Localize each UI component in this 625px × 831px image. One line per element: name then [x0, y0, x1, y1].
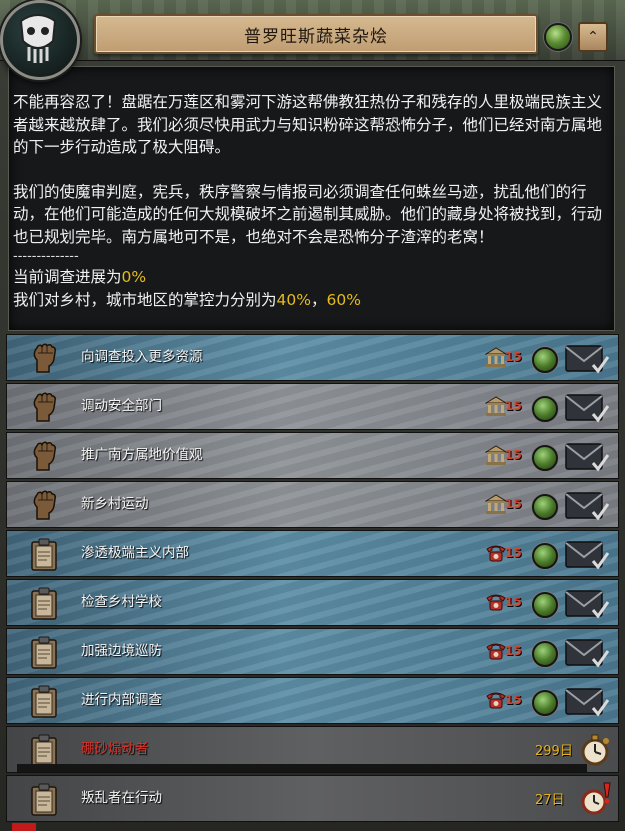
fist-icon	[29, 342, 59, 374]
decision-row[interactable]: 向调查投入更多资源 15	[6, 334, 619, 381]
mask-emblem-icon	[0, 0, 80, 80]
decision-row[interactable]: 加强边境巡防 15	[6, 628, 619, 675]
decision-label: 加强边境巡防	[81, 643, 162, 659]
phone-icon	[485, 543, 507, 567]
mail-check-icon[interactable]	[565, 491, 610, 521]
fist-icon	[29, 489, 59, 521]
mail-check-icon[interactable]	[565, 687, 610, 717]
decision-label: 渗透极端主义内部	[81, 545, 189, 561]
decision-row[interactable]: 进行内部调查 15	[6, 677, 619, 724]
decision-row[interactable]: 调动安全部门 15	[6, 383, 619, 430]
decision-list: 向调查投入更多资源 15 调动安全部门 15 推广南方属地价值观 15 新乡村运动 15 渗透极…	[6, 334, 619, 824]
decision-cost: 15	[484, 347, 529, 371]
collapse-button[interactable]: ⌃	[578, 22, 608, 52]
decision-status-indicator	[532, 641, 558, 667]
decision-cost-value: 15	[505, 693, 522, 707]
decision-label: 向调查投入更多资源	[81, 349, 203, 365]
decision-cost-value: 15	[505, 350, 522, 364]
decision-cost-value: 15	[505, 497, 522, 511]
decision-label: 调动安全部门	[81, 398, 162, 414]
decision-cost: 15	[485, 690, 529, 712]
clipboard-icon	[29, 685, 59, 718]
mail-check-icon[interactable]	[565, 393, 610, 423]
decision-cost-value: 15	[505, 595, 522, 609]
mail-check-icon[interactable]	[565, 344, 610, 374]
decision-cost: 15	[485, 543, 529, 565]
decision-cost-value: 15	[505, 448, 522, 462]
decision-cost: 15	[484, 494, 529, 518]
decision-status-indicator	[532, 543, 558, 569]
window-title: 普罗旺斯蔬菜杂烩	[94, 14, 538, 54]
decision-row[interactable]: 渗透极端主义内部 15	[6, 530, 619, 577]
decision-row[interactable]: 推广南方属地价值观 15	[6, 432, 619, 479]
mission-progress-bar	[17, 764, 587, 772]
mission-row[interactable]: 硼砂煽动者 299日	[6, 726, 619, 773]
description-paragraph-2: 我们的使魔审判庭，宪兵，秩序警察与情报司必须调查任何蛛丝马迹，扰乱他们的行动，在…	[13, 182, 603, 246]
decision-status-indicator	[532, 396, 558, 422]
decision-label: 推广南方属地价值观	[81, 447, 203, 463]
investigation-progress-value: 0%	[121, 268, 147, 286]
clipboard-icon	[29, 734, 59, 767]
stopwatch-alert-icon	[579, 781, 613, 817]
clipboard-icon	[29, 636, 59, 669]
decision-status-indicator	[532, 592, 558, 618]
decision-status-indicator	[532, 690, 558, 716]
fist-icon	[29, 440, 59, 472]
building-icon	[484, 347, 508, 371]
decision-status-indicator	[532, 445, 558, 471]
mail-check-icon[interactable]	[565, 589, 610, 619]
building-icon	[484, 445, 508, 469]
decision-cost: 15	[485, 592, 529, 614]
decision-status-indicator	[532, 494, 558, 520]
decision-cost-value: 15	[505, 399, 522, 413]
mail-check-icon[interactable]	[565, 540, 610, 570]
decision-label: 新乡村运动	[81, 496, 149, 512]
fist-icon	[29, 391, 59, 423]
decision-cost: 15	[484, 396, 529, 420]
decision-cost: 15	[484, 445, 529, 469]
description-panel: 不能再容忍了！盘踞在万莲区和雾河下游这帮佛教狂热份子和残存的人里极端民族主义者越…	[8, 66, 615, 331]
stopwatch-icon	[579, 732, 613, 768]
decision-cost: 15	[485, 641, 529, 663]
enable-toggle-button[interactable]	[544, 23, 572, 51]
clipboard-icon	[29, 538, 59, 571]
decision-label: 进行内部调查	[81, 692, 162, 708]
description-separator: --------------	[13, 249, 79, 264]
description-paragraph-1: 不能再容忍了！盘踞在万莲区和雾河下游这帮佛教狂热份子和残存的人里极端民族主义者越…	[13, 93, 603, 156]
decision-status-indicator	[532, 347, 558, 373]
mission-row[interactable]: 叛乱者在行动 27日	[6, 775, 619, 822]
decision-cost-value: 15	[505, 546, 522, 560]
mission-days-remaining: 27日	[535, 793, 565, 808]
building-icon	[484, 396, 508, 420]
decision-cost-value: 15	[505, 644, 522, 658]
clipboard-icon	[29, 587, 59, 620]
mail-check-icon[interactable]	[565, 638, 610, 668]
rural-control-value: 40%	[276, 290, 311, 309]
building-icon	[484, 494, 508, 518]
mission-label: 叛乱者在行动	[81, 790, 162, 806]
decision-row[interactable]: 新乡村运动 15	[6, 481, 619, 528]
phone-icon	[485, 641, 507, 665]
investigation-progress-line: 当前调查进展为0%	[13, 268, 147, 286]
mission-days-remaining: 299日	[535, 744, 573, 759]
alert-marker	[12, 823, 36, 831]
chevron-up-icon: ⌃	[587, 29, 599, 45]
urban-control-value: 60%	[326, 290, 361, 309]
control-line: 我们对乡村，城市地区的掌控力分别为40%，60%	[13, 290, 361, 309]
decision-label: 检查乡村学校	[81, 594, 162, 610]
clipboard-icon	[29, 783, 59, 816]
decision-row[interactable]: 检查乡村学校 15	[6, 579, 619, 626]
mail-check-icon[interactable]	[565, 442, 610, 472]
phone-icon	[485, 592, 507, 616]
phone-icon	[485, 690, 507, 714]
